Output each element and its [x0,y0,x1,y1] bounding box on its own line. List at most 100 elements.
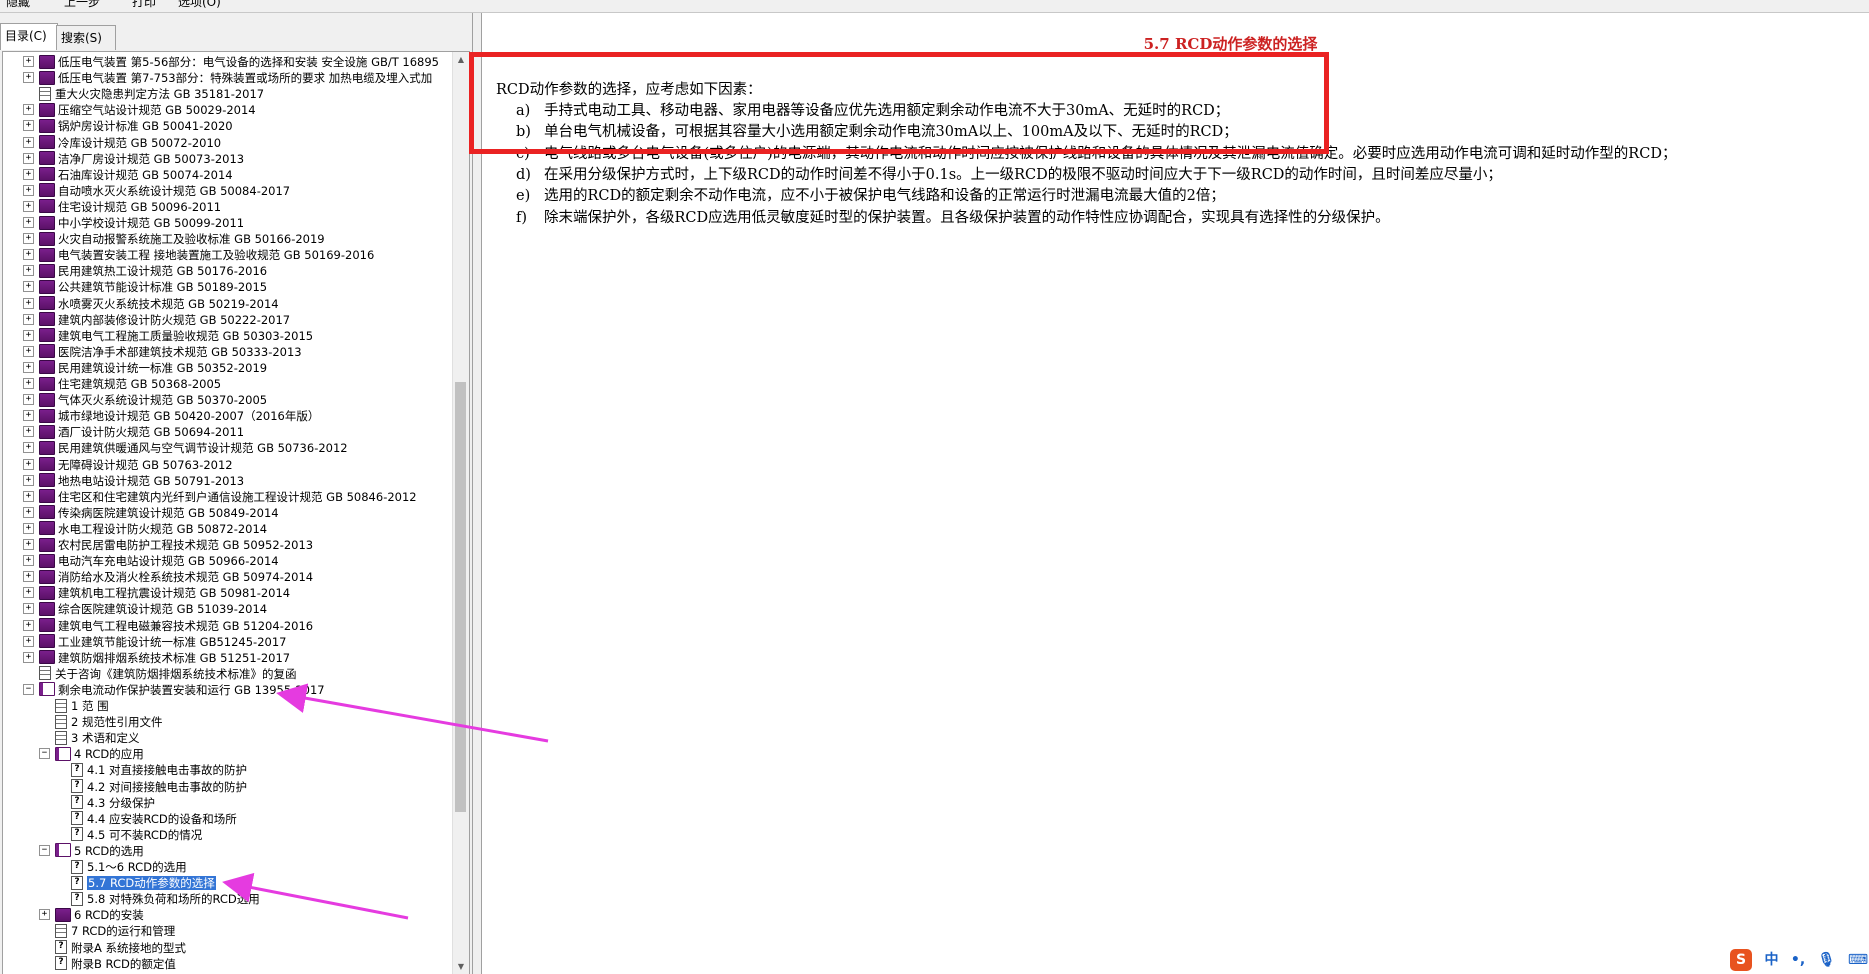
tree-item[interactable]: ? 4.5 可不装RCD的情况 [55,827,202,843]
tree-item[interactable]: + 冷库设计规范 GB 50072-2010 [23,135,221,151]
tree-item[interactable]: − 剩余电流动作保护装置安装和运行 GB 13955-2017 [23,682,325,698]
expand-icon[interactable]: + [23,72,34,84]
expand-icon[interactable]: + [23,168,34,180]
sogou-logo-icon[interactable]: S [1730,949,1752,971]
tree-item[interactable]: ? 5.1～6 RCD的选用 [55,859,187,875]
expand-icon[interactable]: + [23,249,34,261]
tree-item[interactable]: + 压缩空气站设计规范 GB 50029-2014 [23,102,256,118]
tree-item[interactable]: + 锅炉房设计标准 GB 50041-2020 [23,118,233,134]
tree-item[interactable]: + 工业建筑节能设计统一标准 GB51245-2017 [23,634,286,650]
tree-item[interactable]: + 电动汽车充电站设计规范 GB 50966-2014 [23,553,279,569]
expand-icon[interactable]: + [23,635,34,647]
expand-icon[interactable]: + [23,522,34,534]
tree-item[interactable]: + 住宅设计规范 GB 50096-2011 [23,199,221,215]
tree-item[interactable]: +6 RCD的安装 [39,907,144,923]
tree-item[interactable]: + 城市绿地设计规范 GB 50420-2007（2016年版） [23,408,319,424]
tree-item[interactable]: + 建筑防烟排烟系统技术标准 GB 51251-2017 [23,650,290,666]
tree-item[interactable]: + 水喷雾灭火系统技术规范 GB 50219-2014 [23,296,279,312]
tree-item[interactable]: ? 5.7 RCD动作参数的选择 [55,875,216,891]
tree-item[interactable]: 3 术语和定义 [39,730,139,746]
tree-item[interactable]: ? 4.2 对间接接触电击事故的防护 [55,779,247,795]
expand-icon[interactable]: + [23,571,34,583]
tree-item[interactable]: + 酒厂设计防火规范 GB 50694-2011 [23,424,244,440]
scroll-up-arrow-icon[interactable]: ▲ [453,52,469,68]
tree-item[interactable]: 1 范 围 [39,698,109,714]
tree-item[interactable]: + 建筑机电工程抗震设计规范 GB 50981-2014 [23,585,290,601]
expand-icon[interactable]: + [23,313,34,325]
tree-item[interactable]: − 5 RCD的选用 [39,843,144,859]
tree-item[interactable]: ? 附录A 系统接地的型式 [39,940,186,956]
expand-icon[interactable]: + [23,555,34,567]
tree-item[interactable]: ? 附录B RCD的额定值 [39,956,176,972]
punctuation-icon[interactable]: •, [1791,946,1805,974]
tree-item[interactable]: + 医院洁净手术部建筑技术规范 GB 50333-2013 [23,344,302,360]
tree-item[interactable]: ? 5.8 对特殊负荷和场所的RCD选用 [55,891,260,907]
tree-item[interactable]: + 气体灭火系统设计规范 GB 50370-2005 [23,392,267,408]
expand-icon[interactable]: + [23,297,34,309]
tree-item[interactable]: + 洁净厂房设计规范 GB 50073-2013 [23,151,244,167]
tree-item[interactable]: + 住宅建筑规范 GB 50368-2005 [23,376,221,392]
tab-contents[interactable]: 目录(C) [0,23,58,50]
expand-icon[interactable]: + [23,152,34,164]
collapse-icon[interactable]: − [23,683,34,695]
tree-item[interactable]: + 住宅区和住宅建筑内光纤到户通信设施工程设计规范 GB 50846-2012 [23,489,417,505]
keyboard-icon[interactable]: ⌨ [1848,946,1868,974]
options-button[interactable]: 选项(O) [178,0,221,10]
expand-icon[interactable]: + [23,233,34,245]
expand-icon[interactable]: + [23,345,34,357]
expand-icon[interactable]: + [23,458,34,470]
tree-item[interactable]: + 低压电气装置 第7-753部分：特殊装置或场所的要求 加热电缆及埋入式加 [23,70,432,86]
collapse-icon[interactable]: − [39,844,50,856]
tree-item[interactable]: 重大火灾隐患判定方法 GB 35181-2017 [23,86,264,102]
tree-item[interactable]: + 消防给水及消火栓系统技术规范 GB 50974-2014 [23,569,313,585]
tree-item[interactable]: + 电气装置安装工程 接地装置施工及验收规范 GB 50169-2016 [23,247,374,263]
tree-item[interactable]: + 传染病医院建筑设计规范 GB 50849-2014 [23,505,279,521]
tree-item[interactable]: + 民用建筑热工设计规范 GB 50176-2016 [23,263,267,279]
expand-icon[interactable]: + [23,265,34,277]
tree-item[interactable]: + 石油库设计规范 GB 50074-2014 [23,167,233,183]
tree-item[interactable]: + 建筑电气工程施工质量验收规范 GB 50303-2015 [23,328,313,344]
back-button[interactable]: 上一步 [64,0,100,10]
tree-scrollbar[interactable]: ▲ ▼ [452,52,469,974]
collapse-icon[interactable]: − [39,748,50,760]
tree-item[interactable]: + 建筑电气工程电磁兼容技术规范 GB 51204-2016 [23,618,313,634]
tree-item[interactable]: ? 4.4 应安装RCD的设备和场所 [55,811,237,827]
tree-item[interactable]: + 自动喷水灭火系统设计规范 GB 50084-2017 [23,183,290,199]
expand-icon[interactable]: + [23,474,34,486]
expand-icon[interactable]: + [23,361,34,373]
expand-icon[interactable]: + [23,329,34,341]
tree-item[interactable]: + 火灾自动报警系统施工及验收标准 GB 50166-2019 [23,231,325,247]
tree-item[interactable]: + 农村民居雷电防护工程技术规范 GB 50952-2013 [23,537,313,553]
tree-item[interactable]: 2 规范性引用文件 [39,714,162,730]
expand-icon[interactable]: + [23,200,34,212]
expand-icon[interactable]: + [23,587,34,599]
tree-item[interactable]: + 综合医院建筑设计规范 GB 51039-2014 [23,601,267,617]
tree-item[interactable]: + 民用建筑设计统一标准 GB 50352-2019 [23,360,267,376]
pane-splitter[interactable] [473,13,482,974]
tree-item[interactable]: + 无障碍设计规范 GB 50763-2012 [23,457,233,473]
expand-icon[interactable]: + [23,394,34,406]
tree-item[interactable]: + 低压电气装置 第5-56部分：电气设备的选择和安装 安全设施 GB/T 168… [23,54,439,70]
tree-item[interactable]: ? 4.3 分级保护 [55,795,155,811]
expand-icon[interactable]: + [23,378,34,389]
print-button[interactable]: 打印 [132,0,156,10]
expand-icon[interactable]: + [23,120,34,132]
expand-icon[interactable]: + [23,56,34,67]
tree-item[interactable]: ? 4.1 对直接接触电击事故的防护 [55,762,247,778]
ime-toolbar[interactable]: S 中 •, 🎙 ⌨ [1726,946,1869,974]
tree-item[interactable]: 7 RCD的运行和管理 [39,923,175,939]
hide-button[interactable]: 隐藏 [6,0,30,10]
expand-icon[interactable]: + [23,426,34,438]
tree-item[interactable]: + 公共建筑节能设计标准 GB 50189-2015 [23,279,267,295]
expand-icon[interactable]: + [23,136,34,148]
tree-item[interactable]: + 建筑内部装修设计防火规范 GB 50222-2017 [23,312,290,328]
expand-icon[interactable]: + [23,104,34,116]
ime-lang-toggle[interactable]: 中 [1764,946,1778,974]
tree-item[interactable]: − 4 RCD的应用 [39,746,144,762]
scroll-down-arrow-icon[interactable]: ▼ [453,959,469,974]
tree-item[interactable]: + 民用建筑供暖通风与空气调节设计规范 GB 50736-2012 [23,440,348,456]
scrollbar-thumb[interactable] [455,382,466,812]
expand-icon[interactable]: + [23,410,34,422]
expand-icon[interactable]: + [23,603,34,615]
expand-icon[interactable]: + [23,217,34,228]
